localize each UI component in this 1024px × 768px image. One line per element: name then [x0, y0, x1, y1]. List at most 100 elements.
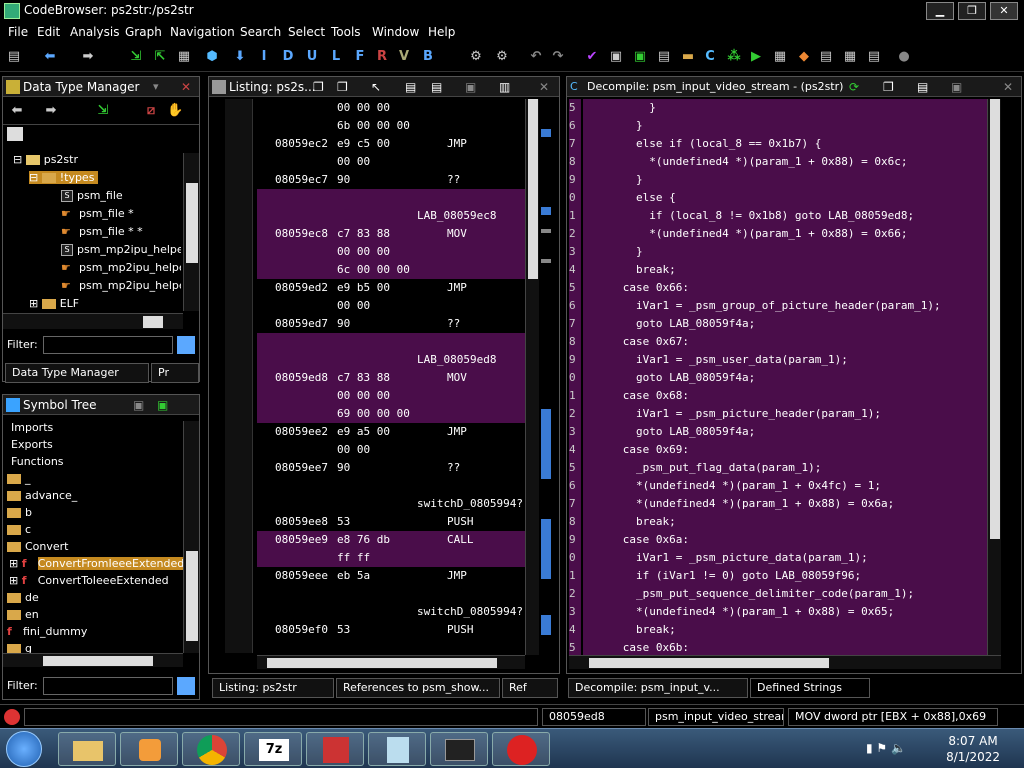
bookmark-icon[interactable]: ▤	[818, 49, 834, 65]
decompile-row[interactable]: 1 case 0x68:	[569, 387, 979, 405]
decompile-row[interactable]: 4 break;	[569, 621, 979, 639]
listing-row[interactable]	[257, 477, 525, 495]
listing-row[interactable]: switchD_0805994?	[257, 495, 525, 513]
next-data-icon[interactable]: ⇱	[152, 49, 168, 65]
next-function-letter[interactable]: F	[352, 49, 368, 65]
decompile-row[interactable]: 8 break;	[569, 513, 979, 531]
next-undefined-icon[interactable]: ▦	[176, 49, 192, 65]
snapshot-icon[interactable]: ▣	[465, 80, 479, 94]
listing-row[interactable]: LAB_08059ec8	[257, 207, 525, 225]
minimize-button[interactable]: ▁	[926, 2, 954, 20]
close-panel-icon[interactable]: ✕	[181, 80, 195, 94]
menu-help[interactable]: Help	[428, 25, 455, 39]
tree-item-underscore[interactable]: _	[7, 472, 31, 485]
menu-select[interactable]: Select	[288, 25, 325, 39]
decompile-row[interactable]: 2 iVar1 = _psm_picture_header(param_1);	[569, 405, 979, 423]
symtree-refresh-icon[interactable]: ▣	[157, 398, 171, 412]
paste-icon[interactable]: ❐	[337, 80, 351, 94]
listing-row[interactable]: 08059ee9 e8 76 db CALL	[257, 531, 525, 549]
decompile-row[interactable]: 8 *(undefined4 *)(param_1 + 0x88) = 0x6c…	[569, 153, 979, 171]
tree-item-b[interactable]: b	[7, 506, 32, 519]
dtm-forward-icon[interactable]: ➡	[43, 103, 59, 119]
table-icon[interactable]: ▦	[772, 49, 788, 65]
decompile-row[interactable]: 3 goto LAB_08059f4a;	[569, 423, 979, 441]
taskbar-media[interactable]	[120, 732, 178, 766]
decompile-scroll-thumb[interactable]	[990, 99, 1000, 539]
tab-decompile[interactable]: Decompile: psm_input_v...	[568, 678, 748, 698]
menu-edit[interactable]: Edit	[37, 25, 60, 39]
collapse-all-icon[interactable]	[7, 127, 23, 141]
copy-icon[interactable]: ❐	[883, 80, 897, 94]
listing-row[interactable]: 69 00 00 00	[257, 405, 525, 423]
clock[interactable]: 8:07 AM 8/1/2022	[946, 733, 1000, 765]
edit-signature-icon[interactable]: ▤	[917, 80, 931, 94]
decompile-scrollbar[interactable]	[987, 99, 1001, 655]
redo-icon[interactable]: ↷	[550, 49, 566, 65]
script-icon[interactable]: ▣	[608, 49, 624, 65]
listing-row[interactable]: 00 00	[257, 297, 525, 315]
next-data-letter[interactable]: D	[280, 49, 296, 65]
next-label-letter[interactable]: L	[328, 49, 344, 65]
decompile-row[interactable]: 9 iVar1 = _psm_user_data(param_1);	[569, 351, 979, 369]
listing-row[interactable]	[257, 189, 525, 207]
dtm-filter-icon[interactable]: ⧄	[143, 103, 159, 119]
tab-listing[interactable]: Listing: ps2str	[212, 678, 334, 698]
listing-row[interactable]: 00 00 00	[257, 99, 525, 117]
refresh-icon[interactable]: ⟳	[849, 80, 863, 94]
decompile-row[interactable]: 1 if (iVar1 != 0) goto LAB_08059f96;	[569, 567, 979, 585]
menu-navigation[interactable]: Navigation	[170, 25, 235, 39]
listing-hscroll-thumb[interactable]	[267, 658, 497, 668]
taskbar-explorer[interactable]	[58, 732, 116, 766]
listing-row[interactable]: 08059ee7 90??	[257, 459, 525, 477]
tree-item-imports[interactable]: Imports	[11, 421, 53, 434]
cursor-icon[interactable]: ↖	[371, 80, 385, 94]
listing-row[interactable]: 08059ee8 53 PUSH	[257, 513, 525, 531]
snapshot-icon[interactable]: ▣	[951, 80, 965, 94]
symtree-filter-icon[interactable]	[177, 677, 195, 695]
decompile-close-icon[interactable]: ✕	[1003, 80, 1017, 94]
tree-item-psm-file-ptrptr[interactable]: ☛ psm_file * *	[61, 225, 143, 238]
listing-close-icon[interactable]: ✕	[539, 80, 553, 94]
menu-tools[interactable]: Tools	[331, 25, 361, 39]
listing-row[interactable]: 00 00	[257, 441, 525, 459]
decompile-row[interactable]: 0 else {	[569, 189, 979, 207]
listing-row[interactable]: 08059ec2 e9 c5 00 JMP	[257, 135, 525, 153]
next-value-letter[interactable]: V	[396, 49, 412, 65]
listing-row[interactable]: LAB_08059ed8	[257, 351, 525, 369]
menu-graph[interactable]: Graph	[125, 25, 162, 39]
decompile-row[interactable]: 3 *(undefined4 *)(param_1 + 0x88) = 0x65…	[569, 603, 979, 621]
edit-fields-icon[interactable]: ▤	[405, 80, 419, 94]
decompile-row[interactable]: 5 case 0x66:	[569, 279, 979, 297]
decompile-row[interactable]: 1 if (local_8 != 0x1b8) goto LAB_08059ed…	[569, 207, 979, 225]
decompile-row[interactable]: 5 case 0x6b:	[569, 639, 979, 655]
tree-item-helper-2[interactable]: ☛ psm_mp2ipu_helper	[61, 261, 181, 274]
next-undefined-letter[interactable]: U	[304, 49, 320, 65]
listing-row[interactable]	[257, 585, 525, 603]
tree-item-types[interactable]: ⊟ !types	[29, 171, 99, 184]
tree-item-psm-file[interactable]: Spsm_file	[61, 189, 123, 202]
next-ref-letter[interactable]: R	[374, 49, 390, 65]
decompile-row[interactable]: 6 }	[569, 117, 979, 135]
down-arrow-icon[interactable]: ⬇	[232, 49, 248, 65]
dtm-scrollbar[interactable]	[183, 153, 199, 311]
bytes-icon[interactable]: ▣	[632, 49, 648, 65]
decompile-row[interactable]: 4 case 0x69:	[569, 441, 979, 459]
navigate-icon[interactable]: ⇲	[128, 49, 144, 65]
next-instruction-icon[interactable]: ⬢	[204, 49, 220, 65]
menu-analysis[interactable]: Analysis	[70, 25, 119, 39]
taskbar-ghidra-tool[interactable]	[306, 732, 364, 766]
decompile-row[interactable]: 7 else if (local_8 == 0x1b7) {	[569, 135, 979, 153]
checkin-icon[interactable]: ⚙	[494, 49, 510, 65]
decompile-row[interactable]: 5 }	[569, 99, 979, 117]
tree-item-convert-to[interactable]: ⊞ f ConvertToIeeeExtended	[9, 574, 169, 587]
decompiler-icon[interactable]: C	[702, 49, 718, 65]
decompile-row[interactable]: 9 case 0x6a:	[569, 531, 979, 549]
back-icon[interactable]: ⬅	[42, 49, 58, 65]
listing-row[interactable]: 00 00	[257, 153, 525, 171]
tree-item-helper-3[interactable]: ☛ psm_mp2ipu_helper	[61, 279, 181, 292]
start-button[interactable]	[6, 731, 42, 767]
decompile-row[interactable]: 6 *(undefined4 *)(param_1 + 0x4fc) = 1;	[569, 477, 979, 495]
tree-item-elf[interactable]: ⊞ ELF	[29, 297, 79, 310]
listing-row[interactable]: 08059ed2 e9 b5 00 JMP	[257, 279, 525, 297]
dtm-scroll-thumb[interactable]	[186, 183, 198, 263]
